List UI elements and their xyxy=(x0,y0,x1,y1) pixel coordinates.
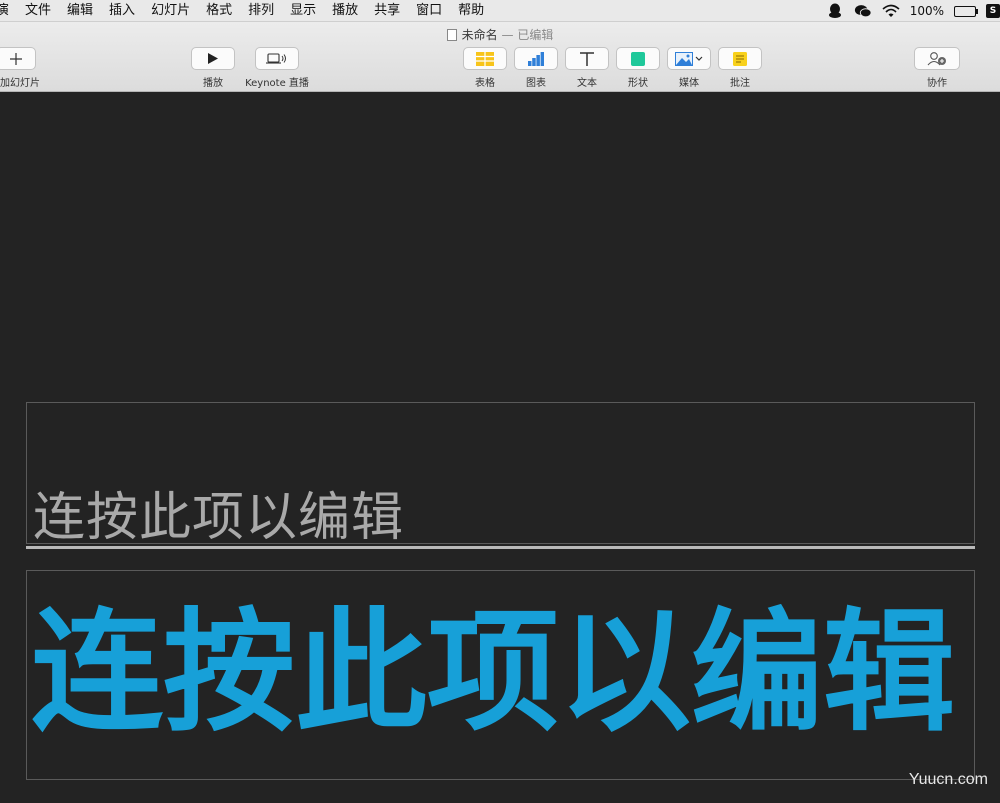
keynote-live-button[interactable] xyxy=(255,47,299,70)
menu-arrange[interactable]: 排列 xyxy=(240,0,282,22)
title-separator: — xyxy=(501,28,514,42)
play-label: 播放 xyxy=(203,78,223,89)
collaborate-button[interactable] xyxy=(914,47,960,70)
menu-bar: 演 文件 编辑 插入 幻灯片 格式 排列 显示 播放 共享 窗口 帮助 100%… xyxy=(0,0,1000,22)
shape-button[interactable] xyxy=(616,47,660,70)
text-label: 文本 xyxy=(577,78,597,89)
keynote-document-icon xyxy=(446,29,457,41)
body-placeholder-box[interactable]: 连按此项以编辑 xyxy=(26,570,975,780)
keynote-live-label: Keynote 直播 xyxy=(245,78,309,89)
comment-icon xyxy=(733,51,747,66)
chart-icon xyxy=(528,51,544,66)
title-placeholder-text: 连按此项以编辑 xyxy=(33,488,405,548)
broadcast-icon xyxy=(266,52,286,64)
collaborate-label: 协作 xyxy=(927,78,947,89)
menu-play[interactable]: 播放 xyxy=(324,0,366,22)
menu-help[interactable]: 帮助 xyxy=(450,0,492,22)
media-button[interactable] xyxy=(667,47,711,70)
menu-insert[interactable]: 插入 xyxy=(101,0,143,22)
menu-view[interactable]: 显示 xyxy=(282,0,324,22)
title-divider-line xyxy=(26,546,975,549)
media-label: 媒体 xyxy=(679,78,699,89)
title-placeholder-box[interactable]: 连按此项以编辑 xyxy=(26,402,975,548)
add-person-icon xyxy=(927,51,946,65)
table-label: 表格 xyxy=(475,78,495,89)
toolbar: 未命名 — 已编辑 加幻灯片 播放 Keynote 直播 表格 图表 文本 形状… xyxy=(0,22,1000,92)
status-area: 100% S xyxy=(826,0,1000,22)
play-button[interactable] xyxy=(191,47,235,70)
table-button[interactable] xyxy=(463,47,507,70)
edited-status: 已编辑 xyxy=(517,28,554,42)
menu-share[interactable]: 共享 xyxy=(366,0,408,22)
play-icon xyxy=(208,53,218,64)
menu-file[interactable]: 文件 xyxy=(17,0,59,22)
document-name: 未命名 xyxy=(461,28,498,42)
chart-button[interactable] xyxy=(514,47,558,70)
menu-window[interactable]: 窗口 xyxy=(408,0,450,22)
comment-button[interactable] xyxy=(718,47,762,70)
plus-icon xyxy=(10,52,22,65)
menu-format[interactable]: 格式 xyxy=(198,0,240,22)
table-icon xyxy=(476,51,494,66)
watermark: Yuucn.com xyxy=(908,771,988,788)
body-placeholder-text: 连按此项以编辑 xyxy=(31,595,955,750)
media-icon xyxy=(675,51,703,66)
window-title: 未命名 — 已编辑 xyxy=(0,26,1000,43)
menu-list: 演 文件 编辑 插入 幻灯片 格式 排列 显示 播放 共享 窗口 帮助 xyxy=(0,0,492,22)
text-button[interactable] xyxy=(565,47,609,70)
menu-app[interactable]: 演 xyxy=(0,0,17,22)
add-slide-button[interactable] xyxy=(0,47,36,70)
add-slide-label: 加幻灯片 xyxy=(0,78,40,89)
wifi-icon[interactable] xyxy=(882,3,900,19)
battery-icon[interactable] xyxy=(954,5,978,17)
menu-slide[interactable]: 幻灯片 xyxy=(143,0,198,22)
wechat-icon[interactable] xyxy=(854,3,872,19)
menu-edit[interactable]: 编辑 xyxy=(59,0,101,22)
slide-canvas[interactable]: 连按此项以编辑 连按此项以编辑 Yuucn.com xyxy=(0,93,1000,803)
shape-icon xyxy=(631,51,645,66)
shape-label: 形状 xyxy=(628,78,648,89)
battery-percent: 100% xyxy=(909,4,944,18)
comment-label: 批注 xyxy=(730,78,750,89)
chart-label: 图表 xyxy=(526,78,546,89)
text-icon xyxy=(580,51,594,66)
qq-icon[interactable] xyxy=(826,3,844,19)
input-method-icon[interactable]: S xyxy=(986,4,1000,18)
